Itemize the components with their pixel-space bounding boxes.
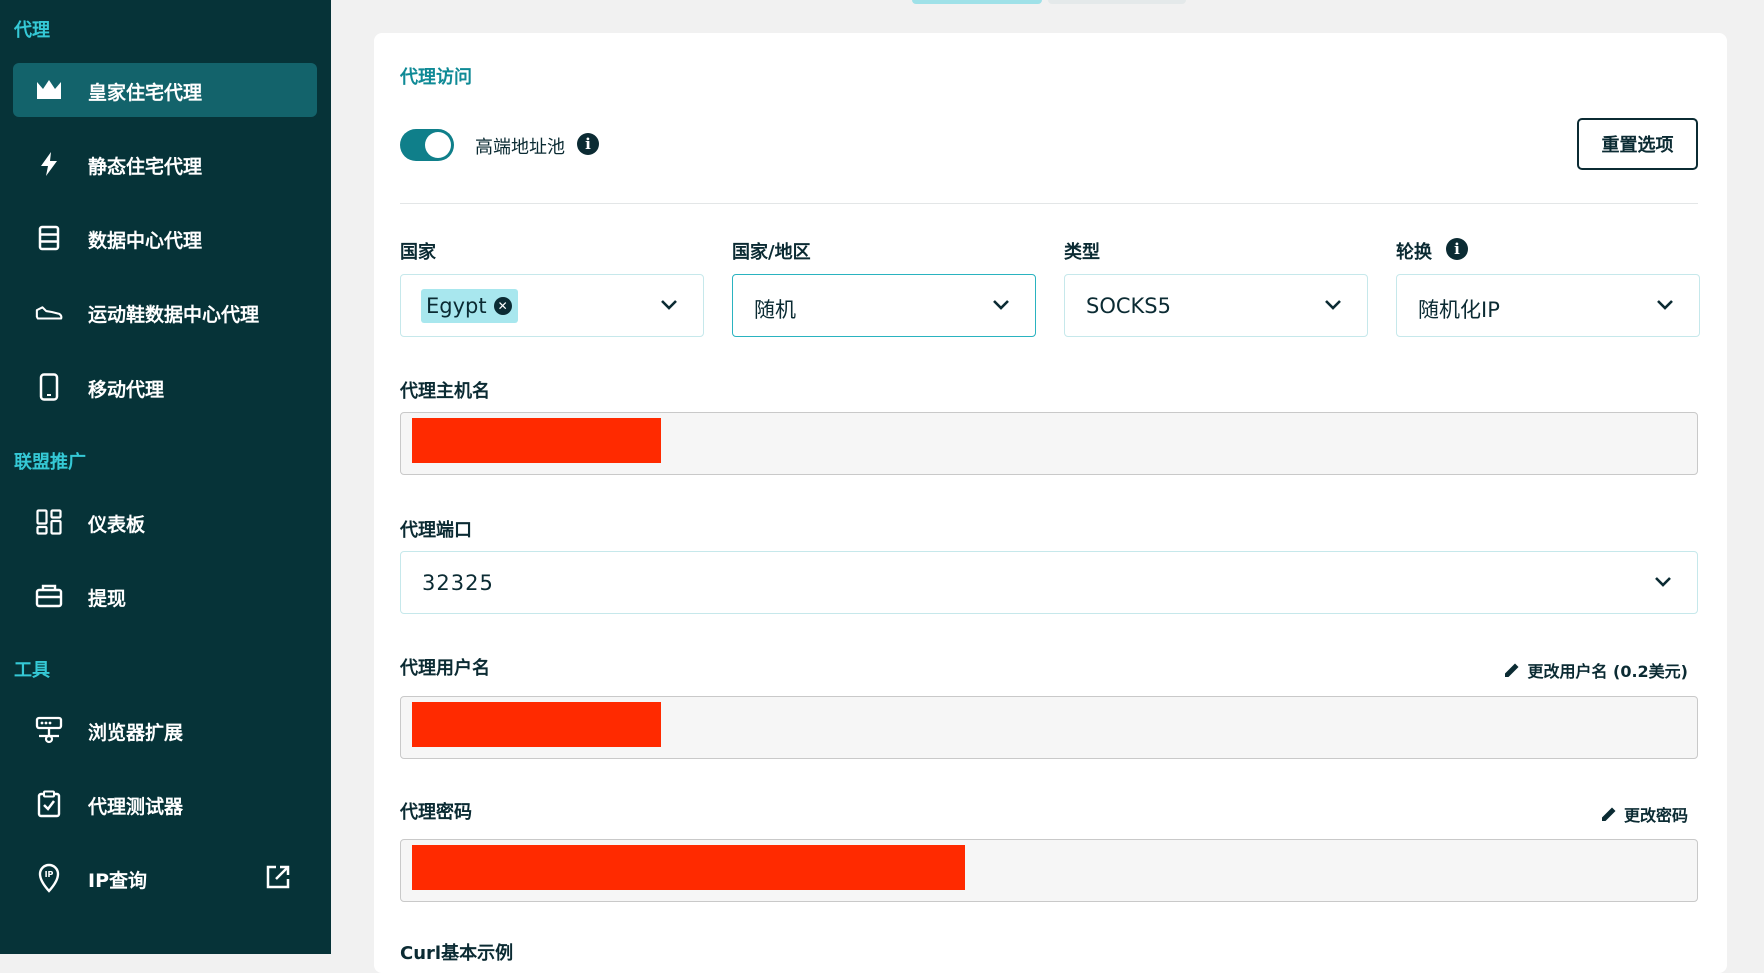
redacted-value	[412, 702, 661, 747]
country-label: 国家	[400, 242, 436, 263]
pencil-icon	[1505, 663, 1519, 677]
password-label: 代理密码	[400, 802, 472, 823]
sidebar-item-royal-residential[interactable]: 皇家住宅代理	[13, 63, 317, 117]
rotation-select[interactable]: 随机化IP	[1396, 274, 1700, 337]
sidebar-item-label: 皇家住宅代理	[88, 82, 203, 104]
rotation-value: 随机化IP	[1418, 298, 1500, 322]
country-chip-label: Egypt	[426, 294, 487, 318]
port-label: 代理端口	[400, 520, 472, 541]
dashboard-icon	[35, 508, 63, 536]
sidebar-item-dashboard[interactable]: 仪表板	[13, 495, 317, 549]
hostname-field[interactable]	[400, 412, 1698, 475]
top-tab[interactable]	[1048, 0, 1186, 4]
divider	[400, 203, 1698, 204]
password-field[interactable]	[400, 839, 1698, 902]
sidebar-item-withdraw[interactable]: 提现	[13, 569, 317, 623]
chevron-down-icon	[1325, 300, 1341, 310]
sneaker-icon	[35, 298, 63, 326]
type-value: SOCKS5	[1086, 294, 1171, 318]
sidebar-item-label: 浏览器扩展	[88, 722, 184, 744]
sidebar-item-label: 代理测试器	[88, 796, 184, 818]
username-label: 代理用户名	[400, 658, 490, 679]
server-icon	[35, 224, 63, 252]
region-select[interactable]: 随机	[732, 274, 1036, 337]
sidebar-item-label: 仪表板	[88, 514, 146, 536]
region-label: 国家/地区	[732, 242, 811, 263]
username-field[interactable]	[400, 696, 1698, 759]
mobile-icon	[35, 373, 63, 401]
sidebar-item-proxy-tester[interactable]: 代理测试器	[13, 777, 317, 831]
change-username-label: 更改用户名 (0.2美元)	[1527, 662, 1688, 681]
reset-options-button[interactable]: 重置选项	[1577, 118, 1698, 170]
crown-icon	[35, 76, 63, 104]
sidebar-section-proxy: 代理	[14, 20, 50, 41]
sidebar-item-datacenter[interactable]: 数据中心代理	[13, 211, 317, 265]
redacted-value	[412, 418, 661, 463]
type-select[interactable]: SOCKS5	[1064, 274, 1368, 337]
type-label: 类型	[1064, 242, 1100, 263]
sidebar-item-static-residential[interactable]: 静态住宅代理	[13, 137, 317, 191]
sidebar-item-label: 静态住宅代理	[88, 156, 203, 178]
external-link-icon[interactable]	[265, 864, 293, 892]
chevron-down-icon	[993, 300, 1009, 310]
chevron-down-icon	[1657, 300, 1673, 310]
hostname-label: 代理主机名	[400, 381, 490, 402]
country-chip: Egypt ✕	[421, 289, 518, 323]
pencil-icon	[1601, 807, 1616, 821]
location-ip-icon: IP	[35, 863, 63, 893]
change-password-label: 更改密码	[1623, 806, 1688, 825]
redacted-value	[412, 845, 965, 890]
chevron-down-icon	[1655, 577, 1671, 587]
sidebar-item-label: 移动代理	[88, 379, 165, 401]
lightning-icon	[35, 150, 63, 178]
info-icon[interactable]: i	[577, 133, 599, 155]
toggle-knob	[425, 132, 451, 158]
sidebar-item-label: 提现	[88, 588, 127, 610]
region-value: 随机	[754, 298, 796, 322]
sidebar-item-label: 数据中心代理	[88, 230, 203, 252]
svg-text:IP: IP	[45, 870, 54, 879]
port-value: 32325	[422, 571, 494, 595]
sidebar-item-ip-lookup[interactable]: IP IP查询	[13, 851, 317, 905]
sidebar-section-tools: 工具	[14, 660, 50, 681]
top-tab-active[interactable]	[912, 0, 1042, 4]
sidebar-item-browser-extension[interactable]: 浏览器扩展	[13, 703, 317, 757]
sidebar-item-mobile[interactable]: 移动代理	[13, 360, 317, 414]
sidebar: 代理 皇家住宅代理 静态住宅代理 数据中心代理 运动鞋数据中心代理 移动代理 联…	[0, 0, 331, 954]
sidebar-item-sneaker-datacenter[interactable]: 运动鞋数据中心代理	[13, 285, 317, 339]
change-password-link[interactable]: 更改密码	[1600, 802, 1688, 826]
premium-pool-toggle[interactable]	[400, 129, 454, 161]
rotation-label: 轮换	[1396, 242, 1432, 263]
chip-remove-icon[interactable]: ✕	[493, 297, 512, 315]
proxy-access-card	[374, 33, 1727, 973]
chevron-down-icon	[661, 300, 677, 310]
wallet-icon	[35, 582, 63, 610]
clipboard-check-icon	[35, 790, 63, 818]
sidebar-section-affiliate: 联盟推广	[14, 452, 86, 473]
curl-example-label: Curl基本示例	[400, 943, 514, 964]
sidebar-item-label: 运动鞋数据中心代理	[88, 304, 260, 326]
sidebar-item-label: IP查询	[88, 870, 147, 892]
premium-pool-label: 高端地址池	[475, 137, 565, 158]
change-username-link[interactable]: 更改用户名 (0.2美元)	[1503, 658, 1688, 682]
info-icon[interactable]: i	[1446, 238, 1468, 260]
section-title: 代理访问	[400, 67, 472, 88]
extension-icon	[35, 716, 63, 744]
port-select[interactable]: 32325	[400, 551, 1698, 614]
country-select[interactable]: Egypt ✕	[400, 274, 704, 337]
